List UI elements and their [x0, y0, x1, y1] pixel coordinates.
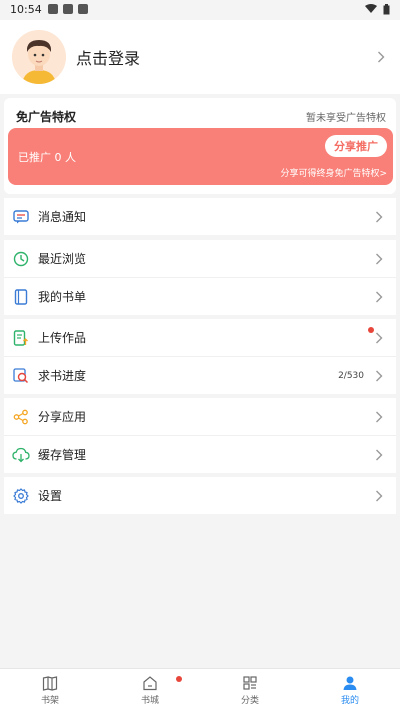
wifi-icon [365, 4, 377, 13]
menu-item-recent[interactable]: 最近浏览 [4, 240, 396, 277]
upload-document-icon [12, 329, 30, 347]
chevron-right-icon [372, 410, 386, 424]
chevron-right-icon [372, 210, 386, 224]
tab-label: 书架 [40, 695, 59, 706]
profile-login-row[interactable]: 点击登录 [0, 20, 400, 94]
menu-label: 最近浏览 [38, 252, 87, 266]
cloud-download-icon [12, 446, 30, 464]
store-badge-dot [176, 676, 182, 682]
tab-label: 分类 [240, 695, 259, 706]
book-icon [12, 288, 30, 306]
menu-item-upload[interactable]: 上传作品 [4, 319, 396, 356]
notification-icon [47, 4, 58, 14]
chevron-right-icon [372, 448, 386, 462]
clock-icon [12, 250, 30, 268]
ad-free-title: 免广告特权 [16, 110, 77, 124]
ad-free-status: 暂未享受广告特权 [306, 113, 386, 124]
user-icon [343, 676, 357, 690]
menu-label: 设置 [38, 489, 63, 503]
tab-label: 书城 [140, 695, 159, 706]
search-book-icon [12, 367, 30, 385]
gear-icon [12, 487, 30, 505]
promoted-count: 已推广 0 人 [18, 151, 76, 164]
status-time: 10:54 [10, 2, 42, 16]
menu-item-booklist[interactable]: 我的书单 [4, 278, 396, 315]
home-icon [143, 675, 157, 690]
chevron-right-icon [372, 369, 386, 383]
menu-item-settings[interactable]: 设置 [4, 477, 396, 514]
tab-bookshelf[interactable]: 书架 [0, 669, 100, 711]
new-badge-dot [368, 327, 374, 333]
menu-item-cache[interactable]: 缓存管理 [4, 436, 396, 473]
share-icon [12, 408, 30, 426]
share-promotion-button[interactable]: 分享推广 [325, 135, 387, 157]
chevron-right-icon [372, 489, 386, 503]
menu-item-request-progress[interactable]: 求书进度 2/530 [4, 357, 396, 394]
menu-label: 分享应用 [38, 410, 87, 424]
tab-store[interactable]: 书城 [100, 669, 200, 711]
menu-label: 缓存管理 [38, 448, 87, 462]
bottom-navigation: 书架 书城 分类 我的 [0, 668, 400, 711]
chevron-right-icon [372, 331, 386, 345]
menu-label: 上传作品 [38, 331, 87, 345]
share-note-link[interactable]: 分享可得终身免广告特权> [280, 166, 387, 179]
promotion-banner: 已推广 0 人 分享推广 分享可得终身免广告特权> [8, 128, 393, 185]
chevron-right-icon [372, 290, 386, 304]
bookshelf-icon [42, 675, 58, 691]
ad-free-card: 免广告特权 暂未享受广告特权 已推广 0 人 分享推广 分享可得终身免广告特权> [4, 98, 396, 194]
chevron-right-icon [374, 50, 388, 64]
menu-label: 求书进度 [38, 369, 87, 383]
notification-icon [77, 4, 88, 14]
tab-mine[interactable]: 我的 [300, 669, 400, 711]
tab-category[interactable]: 分类 [200, 669, 300, 711]
notification-icon [62, 4, 73, 14]
status-bar: 10:54 [0, 0, 400, 18]
menu-item-share-app[interactable]: 分享应用 [4, 398, 396, 435]
avatar [12, 30, 66, 84]
message-icon [12, 208, 30, 226]
menu-item-notifications[interactable]: 消息通知 [4, 198, 396, 235]
request-progress-count: 2/530 [338, 370, 364, 381]
battery-icon [383, 3, 390, 14]
menu-label: 消息通知 [38, 210, 87, 224]
login-label: 点击登录 [76, 49, 141, 68]
chevron-right-icon [372, 252, 386, 266]
category-grid-icon [243, 675, 257, 690]
menu-label: 我的书单 [38, 290, 87, 304]
tab-label: 我的 [340, 695, 359, 706]
